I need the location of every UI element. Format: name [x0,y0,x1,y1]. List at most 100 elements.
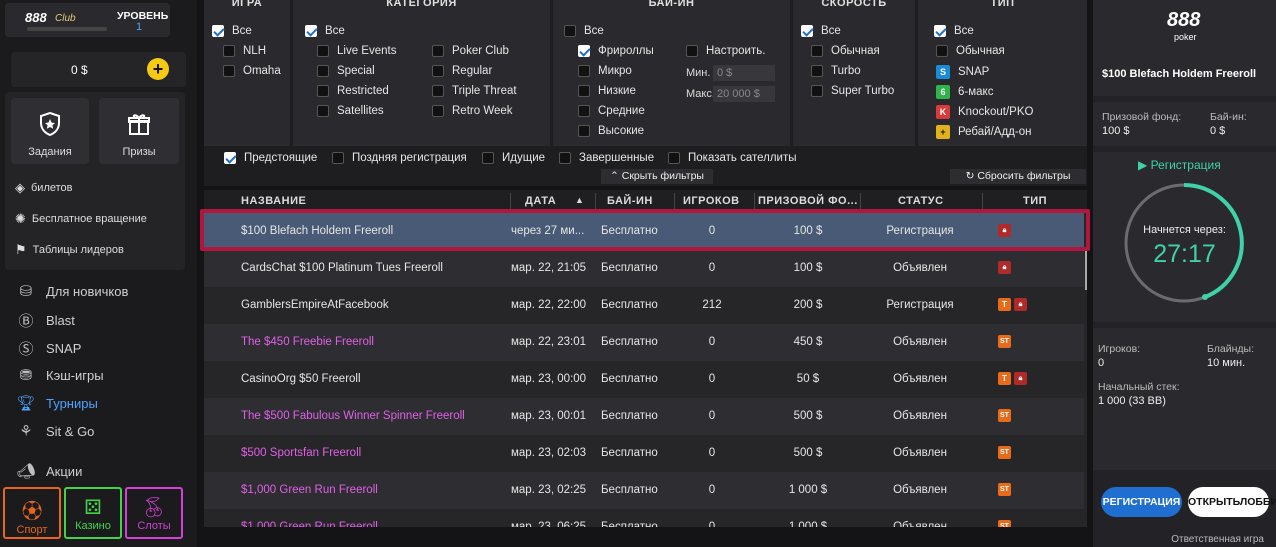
category-all-checkbox[interactable]: Все [305,25,345,37]
cell-players: 0 [708,373,716,385]
level-value: 1 [136,21,143,33]
status-running-checkbox[interactable]: Идущие [482,152,545,164]
nav-blast[interactable]: Ⓑ Blast [16,310,74,331]
cell-status: Объявлен [893,262,947,274]
min-buyin-input[interactable]: 0 $ [713,65,775,81]
show-satellites-checkbox[interactable]: Показать сателлиты [668,152,797,164]
category-checkbox[interactable]: Satellites [317,105,384,117]
nav-snap[interactable]: Ⓢ SNAP [16,338,81,359]
cell-buyin: Бесплатно [601,299,658,311]
category-checkbox[interactable]: Regular [432,65,492,77]
buyin-custom-checkbox[interactable]: Настроить. [686,45,765,57]
nav-tournaments[interactable]: 🏆︎ Турниры [16,394,97,412]
filters-panel: ИГРА Все NLH Omaha КАТЕГОРИЯ Все Live Ev… [204,0,1087,186]
responsible-gaming-link[interactable]: Ответственная игра [1171,534,1264,545]
cb-label: Средние [598,105,645,117]
filter-speed: СКОРОСТЬ Все Обычная Turbo Super Turbo [793,0,915,146]
type-6max-checkbox[interactable]: 6 6-макс [936,85,993,99]
sport-button[interactable]: ⚽︎ Спорт [3,487,61,539]
table-row[interactable]: $1,000 Green Run Freeroll мар. 23, 02:25 Б… [204,472,1084,509]
cell-prize: 1 000 $ [788,521,828,527]
category-checkbox[interactable]: Poker Club [432,45,509,57]
col-type-header[interactable]: ТИП [1023,195,1047,207]
buyin-checkbox[interactable]: Микро [578,65,632,77]
slots-button[interactable]: 🍒︎ Слоты [125,487,183,539]
status-late-reg-checkbox[interactable]: Поздняя регистрация [332,152,467,164]
table-scrollbar[interactable] [1085,250,1087,290]
nav-sit-and-go[interactable]: ⚘ Sit & Go [16,422,94,440]
category-checkbox[interactable]: Special [317,65,375,77]
status-finished-checkbox[interactable]: Завершенные [559,152,654,164]
prize-value: 100 $ [1102,125,1130,137]
game-all-checkbox[interactable]: Все [212,25,252,37]
type-snap-checkbox[interactable]: S SNAP [936,65,989,79]
casino-button[interactable]: ⚄ Казино [64,487,122,539]
category-checkbox[interactable]: Triple Threat [432,85,517,97]
checkbox [559,152,571,164]
buyin-checkbox[interactable]: Высокие [578,125,644,137]
cell-buyin: Бесплатно [601,225,658,237]
game-nlh-checkbox[interactable]: NLH [223,45,266,57]
registration-status-label: Регистрация [1150,158,1221,172]
super-turbo-icon: ST [998,446,1011,459]
prizes-tile[interactable]: Призы [99,98,179,164]
category-checkbox[interactable]: Retro Week [432,105,513,117]
missions-tile[interactable]: Задания [11,98,89,164]
checkbox [578,85,590,97]
col-prize-header[interactable]: ПРИЗОВОЙ ФО... [758,195,858,207]
type-all-checkbox[interactable]: Все [934,25,974,37]
register-button[interactable]: РЕГИСТРАЦИЯ [1101,487,1182,517]
table-row[interactable]: CasinoOrg $50 Freeroll мар. 23, 00:00 Бесп… [204,361,1084,398]
tickets-link[interactable]: ◈ билетов [15,180,73,196]
table-row[interactable]: $100 Blefach Holdem Freeroll через 27 ми.… [204,213,1084,250]
buyin-checkbox[interactable]: Низкие [578,85,636,97]
nav-cash-games[interactable]: ⛃ Кэш-игры [16,366,104,384]
checkbox [578,105,590,117]
reset-filters-button[interactable]: ↻ Сбросить фильтры [950,169,1086,184]
hide-filters-button[interactable]: ⌃ Скрыть фильтры [601,169,713,184]
col-date-header[interactable]: ДАТА [525,195,556,207]
add-funds-button[interactable]: + [147,58,169,80]
table-row[interactable]: $1,000 Green Run Freeroll мар. 23, 06:25 Б… [204,509,1084,527]
type-rebuy-checkbox[interactable]: + Ребай/Адд-он [936,125,1031,139]
leaderboards-link[interactable]: ⚑ Таблицы лидеров [15,242,124,258]
cb-label: NLH [243,45,267,57]
free-spins-link[interactable]: ✺ Бесплатное вращение [15,211,147,227]
table-row[interactable]: The $500 Fabulous Winner Spinner Freerol… [204,398,1084,435]
cell-prize: 1 000 $ [788,484,828,496]
col-status-header[interactable]: СТАТУС [898,195,944,207]
cb-label: Regular [452,65,493,77]
col-players-header[interactable]: ИГРОКОВ [683,195,740,207]
nav-promotions[interactable]: 📣︎ Акции [16,462,82,480]
table-row[interactable]: GamblersEmpireAtFacebook мар. 22, 22:00 Бе… [204,287,1084,324]
type-checkbox[interactable]: Обычная [936,45,1005,57]
club-panel[interactable]: 888 Club УРОВЕНЬ 1 [5,3,170,37]
super-turbo-icon: ST [998,409,1011,422]
max-buyin-input[interactable]: 20 000 $ [713,86,775,102]
status-upcoming-checkbox[interactable]: Предстоящие [224,152,317,164]
nav-beginners[interactable]: ⛁ Для новичков [16,282,129,300]
buyin-freeroll-checkbox[interactable]: Фрироллы [578,45,654,57]
col-buyin-header[interactable]: БАЙ-ИН [607,195,653,207]
table-row[interactable]: The $450 Freebie Freeroll мар. 22, 23:01 Б… [204,324,1084,361]
speed-checkbox[interactable]: Обычная [811,45,880,57]
buyin-checkbox[interactable]: Средние [578,105,645,117]
category-checkbox[interactable]: Live Events [317,45,396,57]
open-lobby-button[interactable]: ОТКРЫТЬЛОББИ [1188,487,1276,517]
type-knockout-checkbox[interactable]: K Knockout/PKO [936,105,1033,119]
missions-label: Задания [28,146,72,158]
speed-checkbox[interactable]: Super Turbo [811,85,894,97]
cell-players: 0 [708,521,716,527]
buyin-all-checkbox[interactable]: Все [564,25,604,37]
cell-name: CardsChat $100 Platinum Tues Freeroll [241,262,443,274]
table-row[interactable]: CardsChat $100 Platinum Tues Freeroll мар… [204,250,1084,287]
game-omaha-checkbox[interactable]: Omaha [223,65,281,77]
table-row[interactable]: $500 Sportsfan Freeroll мар. 23, 02:03 Бес… [204,435,1084,472]
category-checkbox[interactable]: Restricted [317,85,389,97]
speed-checkbox[interactable]: Turbo [811,65,861,77]
speed-all-checkbox[interactable]: Все [801,25,841,37]
stack-label: Начальный стек: [1098,381,1180,393]
col-name-header[interactable]: НАЗВАНИЕ [241,195,306,207]
hide-filters-label: Скрыть фильтры [621,170,704,182]
cb-label: Обычная [956,45,1005,57]
